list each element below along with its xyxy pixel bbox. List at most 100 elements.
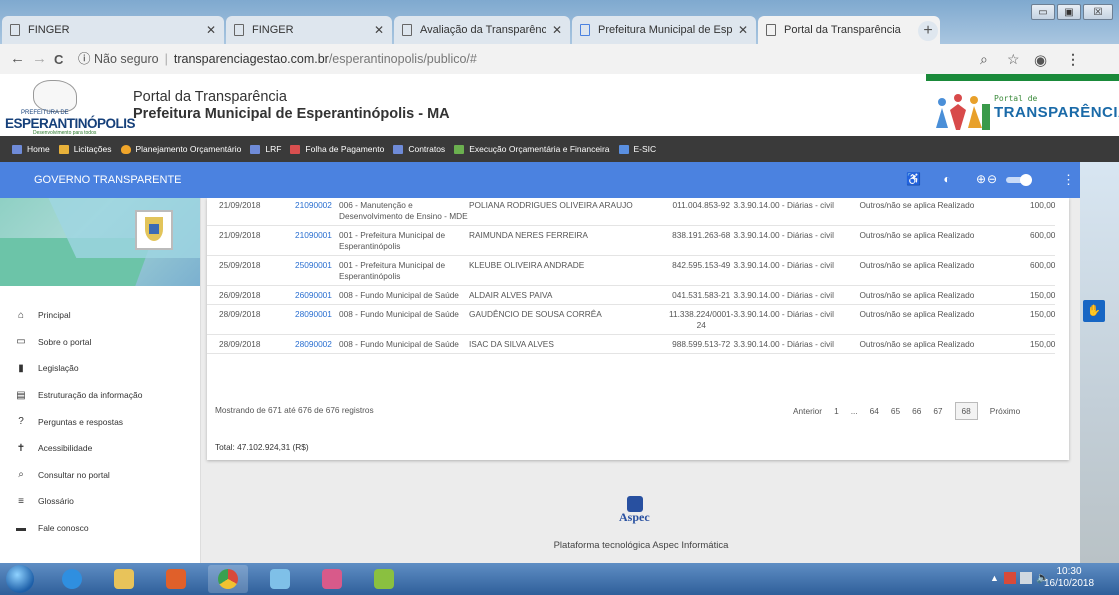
profile-icon[interactable]: ◉ bbox=[1034, 51, 1047, 69]
nav-planejamento[interactable]: Planejamento Orçamentário bbox=[120, 144, 241, 154]
row-status: Realizado bbox=[937, 225, 1006, 256]
row-value: 600,00 bbox=[1005, 255, 1056, 286]
magnifier-icon[interactable]: ⌕ bbox=[980, 51, 988, 68]
row-empenho-number[interactable]: 26090001 bbox=[295, 285, 339, 305]
site-nav: Home Licitações Planejamento Orçamentári… bbox=[0, 136, 1119, 162]
pagination-page[interactable]: 64 bbox=[864, 403, 885, 419]
paint-icon bbox=[270, 569, 290, 589]
sidebar-item-acessibilidade[interactable]: ✝ Acessibilidade bbox=[0, 435, 200, 462]
city-crest-icon bbox=[135, 210, 173, 250]
reload-button[interactable]: C bbox=[54, 52, 63, 67]
theme-toggle[interactable] bbox=[1006, 174, 1034, 186]
pagination-page[interactable]: 65 bbox=[885, 403, 906, 419]
taskbar-ie[interactable] bbox=[52, 565, 92, 593]
clock-date: 16/10/2018 bbox=[1043, 578, 1095, 589]
back-button[interactable]: ← bbox=[10, 50, 25, 67]
table-row: 28/09/2018 28090001 008 - Fundo Municipal … bbox=[207, 304, 1056, 335]
sidebar-item-label: Estruturação da informação bbox=[38, 390, 143, 401]
sidebar-item-estruturacao[interactable]: ▤ Estruturação da informação bbox=[0, 382, 200, 409]
sidebar-item-glossario[interactable]: ≡ Glossário bbox=[0, 488, 200, 515]
pagination-page[interactable]: 1 bbox=[828, 403, 845, 419]
clock-time: 10:30 bbox=[1056, 566, 1082, 577]
sidebar-item-label: Principal bbox=[38, 310, 71, 321]
tray-flag-icon[interactable] bbox=[1004, 572, 1016, 584]
pagination-page[interactable]: 66 bbox=[906, 403, 927, 419]
sidebar-item-sobre[interactable]: ▭ Sobre o portal bbox=[0, 329, 200, 356]
city-logo[interactable]: PREFEITURA DE ESPERANTINÓPOLIS Desenvolv… bbox=[5, 78, 136, 136]
security-label: Não seguro bbox=[94, 52, 159, 66]
row-empenho-number[interactable]: 28090002 bbox=[295, 334, 339, 354]
accessibility-icon[interactable]: ♿ bbox=[906, 173, 921, 185]
browser-tab-5[interactable]: Portal da Transparência ✕ bbox=[758, 16, 940, 44]
close-window-button[interactable]: ☒ bbox=[1083, 4, 1113, 20]
row-modality: Outros/não se aplica bbox=[859, 285, 938, 305]
row-organ: 001 - Prefeitura Municipal de Esperantin… bbox=[339, 255, 469, 286]
row-element: 3.3.90.14.00 - Diárias - civil bbox=[733, 198, 860, 226]
pagination-current-page[interactable]: 68 bbox=[954, 402, 978, 420]
sidebar-item-perguntas[interactable]: ? Perguntas e respostas bbox=[0, 408, 200, 435]
minimize-button[interactable]: ▭ bbox=[1031, 4, 1055, 20]
taskbar-chrome[interactable] bbox=[208, 565, 248, 593]
favicon-icon bbox=[580, 24, 590, 36]
file-icon: ▮ bbox=[18, 362, 24, 374]
row-status: Realizado bbox=[937, 255, 1006, 286]
pagination-page[interactable]: 67 bbox=[927, 403, 948, 419]
aspec-brand: Aspec bbox=[619, 510, 650, 524]
taskbar-paint[interactable] bbox=[260, 565, 300, 593]
contrast-icon[interactable]: ◐ bbox=[941, 173, 953, 185]
payroll-icon bbox=[290, 144, 301, 154]
browser-tab-1[interactable]: FINGER ✕ bbox=[2, 16, 224, 44]
taskbar-snipping[interactable] bbox=[312, 565, 352, 593]
row-empenho-number[interactable]: 21090001 bbox=[295, 225, 339, 256]
sidebar-item-fale-conosco[interactable]: ▬ Fale conosco bbox=[0, 515, 200, 542]
taskbar-clock[interactable]: 10:30 16/10/2018 bbox=[1025, 566, 1113, 590]
close-icon[interactable]: ✕ bbox=[552, 23, 562, 37]
nav-licitacoes[interactable]: Licitações bbox=[58, 144, 112, 154]
url-input[interactable]: ⓘ Não seguro | transparenciagestao.com.br/… bbox=[78, 48, 908, 70]
star-icon[interactable]: ☆ bbox=[1007, 51, 1020, 68]
row-document: 11.338.224/0001-24 bbox=[669, 304, 734, 335]
tray-expand-icon[interactable]: ▲ bbox=[990, 573, 999, 583]
vlibras-accessibility-button[interactable]: ✋ bbox=[1083, 300, 1105, 322]
pagination-prev[interactable]: Anterior bbox=[787, 403, 828, 419]
browser-menu-icon[interactable]: ⋮ bbox=[1066, 51, 1080, 68]
browser-tab-4[interactable]: Prefeitura Municipal de Espera ✕ bbox=[572, 16, 756, 44]
sidebar-item-consultar[interactable]: ⌕ Consultar no portal bbox=[0, 462, 200, 489]
nav-execucao[interactable]: Execução Orçamentária e Financeira bbox=[454, 144, 610, 154]
zoom-out-icon[interactable]: ⊖ bbox=[986, 173, 998, 185]
row-beneficiary: KLEUBE OLIVEIRA ANDRADE bbox=[469, 255, 669, 286]
taskbar-explorer[interactable] bbox=[104, 565, 144, 593]
maximize-button[interactable]: ▣ bbox=[1057, 4, 1081, 20]
forward-button[interactable]: → bbox=[32, 50, 47, 67]
row-empenho-number[interactable]: 25090001 bbox=[295, 255, 339, 286]
nav-folha[interactable]: Folha de Pagamento bbox=[290, 144, 384, 154]
close-icon[interactable]: ✕ bbox=[374, 23, 384, 37]
row-beneficiary: ALDAIR ALVES PAIVA bbox=[469, 285, 669, 305]
row-empenho-number[interactable]: 21090002 bbox=[295, 198, 339, 226]
browser-tab-2[interactable]: FINGER ✕ bbox=[226, 16, 392, 44]
governo-bar: GOVERNO TRANSPARENTE ♿ ◐ ⊕ ⊖ ⋮ bbox=[0, 162, 1080, 198]
tab-label: FINGER bbox=[28, 24, 70, 36]
start-button[interactable] bbox=[6, 565, 34, 593]
taskbar-app[interactable] bbox=[364, 565, 404, 593]
nav-home[interactable]: Home bbox=[12, 144, 50, 154]
row-empenho-number[interactable]: 28090001 bbox=[295, 304, 339, 335]
sidebar-item-legislacao[interactable]: ▮ Legislação bbox=[0, 355, 200, 382]
row-element: 3.3.90.14.00 - Diárias - civil bbox=[733, 255, 860, 286]
row-modality: Outros/não se aplica bbox=[859, 225, 938, 256]
pagination-next[interactable]: Próximo bbox=[984, 403, 1026, 419]
taskbar-outlook[interactable] bbox=[156, 565, 196, 593]
close-icon[interactable]: ✕ bbox=[738, 23, 748, 37]
nav-contratos[interactable]: Contratos bbox=[393, 144, 445, 154]
nav-lrf[interactable]: LRF bbox=[250, 144, 281, 154]
more-icon[interactable]: ⋮ bbox=[1062, 172, 1075, 188]
close-icon[interactable]: ✕ bbox=[206, 23, 216, 37]
new-tab-button[interactable]: + bbox=[918, 21, 938, 41]
info-icon[interactable]: ⓘ bbox=[78, 52, 91, 66]
nav-esic[interactable]: E-SIC bbox=[618, 144, 656, 154]
row-date: 21/09/2018 bbox=[207, 198, 295, 226]
row-date: 28/09/2018 bbox=[207, 304, 295, 335]
browser-tab-3[interactable]: Avaliação da Transparência do ✕ bbox=[394, 16, 570, 44]
sidebar-item-principal[interactable]: ⌂ Principal bbox=[0, 302, 200, 329]
sidebar-item-label: Sobre o portal bbox=[38, 336, 92, 347]
